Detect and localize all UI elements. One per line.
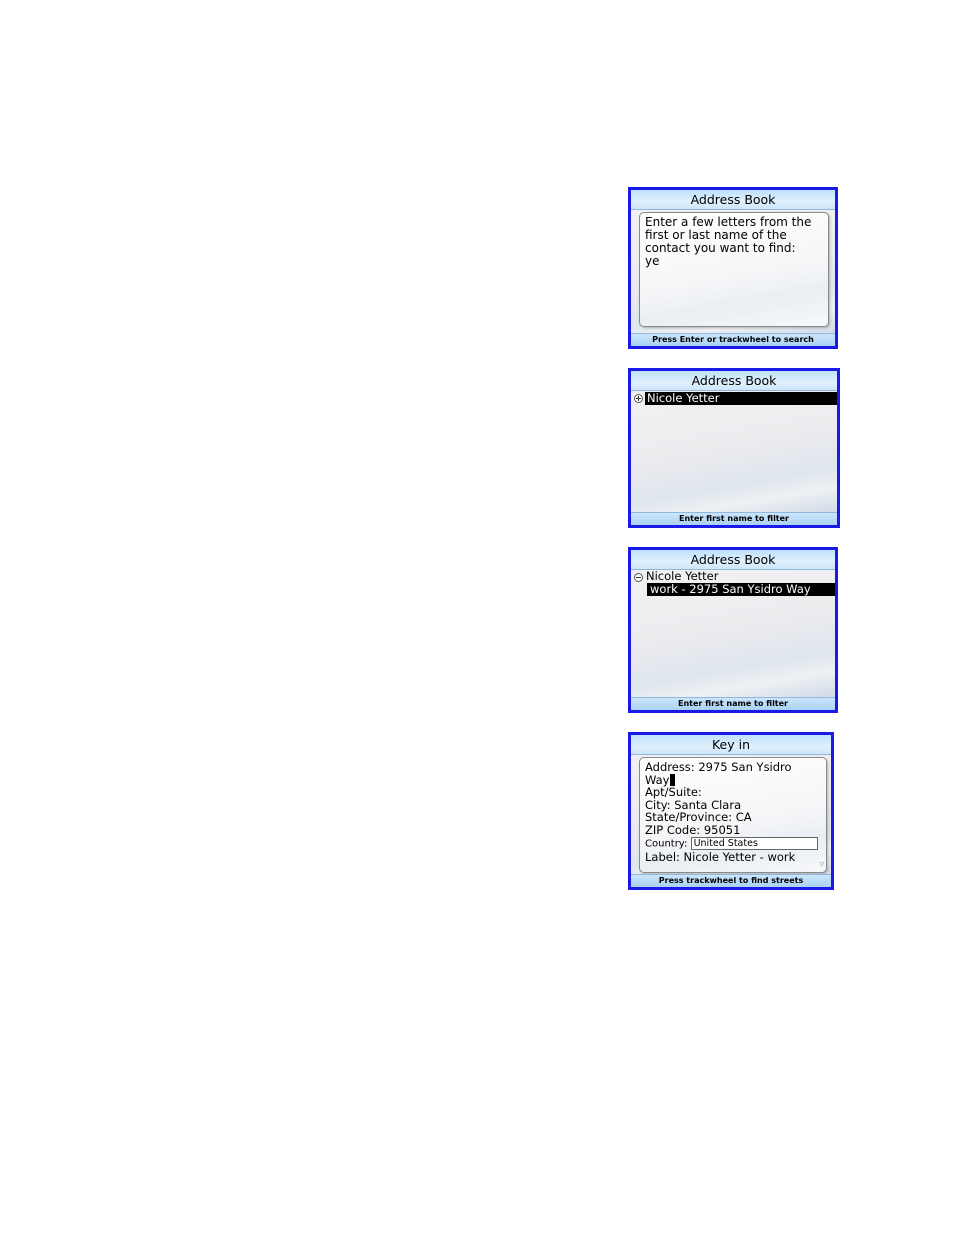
country-select[interactable]: United States [690, 837, 818, 850]
address-item[interactable]: work - 2975 San Ysidro Way [647, 583, 835, 596]
screen-title: Address Book [631, 371, 837, 391]
screen-title: Key in [631, 735, 831, 755]
address-book-expanded-screen: Address Book Nicole Yetter work - 2975 S… [628, 547, 838, 713]
search-dialog: Enter a few letters from the first or la… [639, 212, 829, 327]
text-cursor [669, 773, 675, 786]
status-bar: Enter first name to filter [631, 512, 837, 525]
search-prompt: Enter a few letters from the first or la… [645, 215, 812, 268]
label-field[interactable]: Label: Nicole Yetter - work [645, 851, 795, 864]
contact-item[interactable]: Nicole Yetter [645, 392, 837, 405]
key-in-screen: Key in Address: 2975 San Ysidro Way Apt/… [628, 732, 834, 890]
apt-suite-field[interactable]: Apt/Suite: [645, 786, 702, 799]
status-bar: Press Enter or trackwheel to search [631, 333, 835, 346]
expand-icon[interactable] [634, 394, 643, 403]
screen-title: Address Book [631, 550, 835, 570]
country-field[interactable]: Country: United States [645, 837, 818, 851]
scroll-down-icon: ▿ [819, 860, 824, 870]
status-bar: Enter first name to filter [631, 697, 835, 710]
screen-title: Address Book [631, 190, 835, 210]
status-bar: Press trackwheel to find streets [631, 874, 831, 887]
collapse-icon[interactable] [634, 573, 643, 582]
address-form: Address: 2975 San Ysidro Way Apt/Suite: … [639, 757, 827, 873]
country-label: Country: [645, 838, 688, 850]
zip-field[interactable]: ZIP Code: 95051 [645, 824, 740, 837]
search-input[interactable]: ye [645, 254, 659, 268]
address-book-search-screen: Address Book Enter a few letters from th… [628, 187, 838, 349]
address-book-list-screen: Address Book Nicole Yetter Enter first n… [628, 368, 840, 528]
